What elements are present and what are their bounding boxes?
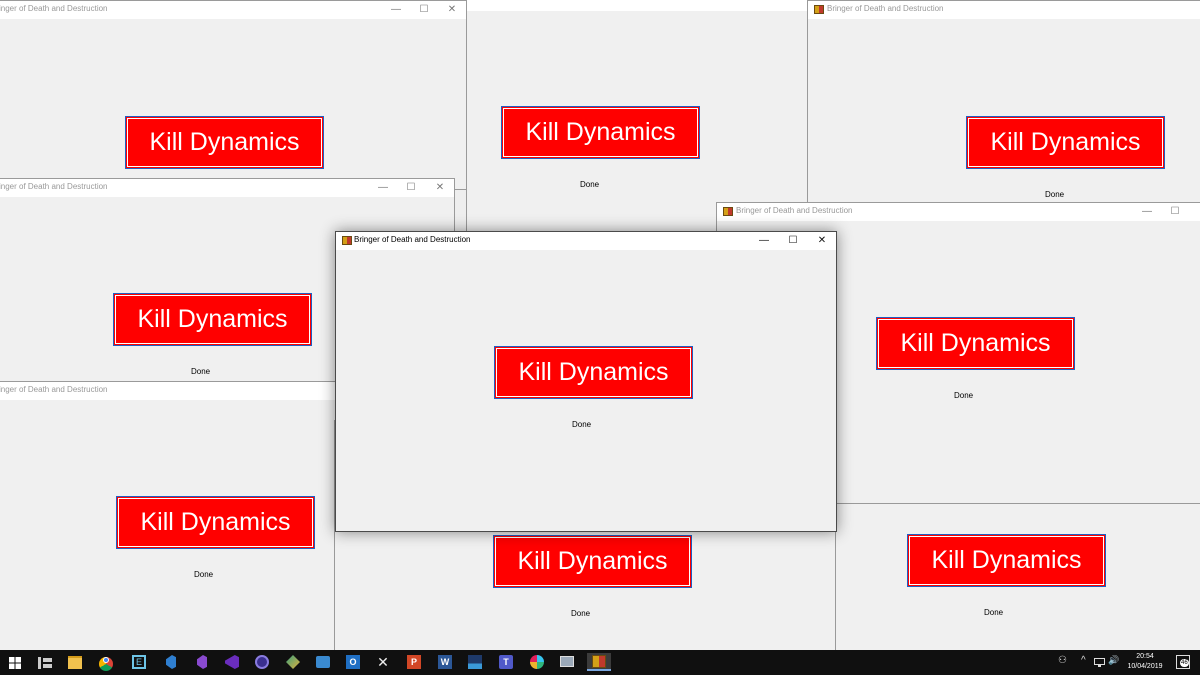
kill-dynamics-button[interactable]: Kill Dynamics <box>116 496 315 549</box>
title-bar[interactable] <box>467 0 810 11</box>
teams-icon[interactable]: T <box>497 653 515 671</box>
kill-dynamics-button[interactable]: Kill Dynamics <box>113 293 312 346</box>
powerpoint-icon[interactable]: P <box>405 653 423 671</box>
speaker-icon[interactable]: 🔊 <box>1108 655 1119 666</box>
maximize-icon[interactable]: ☐ <box>409 1 439 19</box>
window-title: Bringer of Death and Destruction <box>354 235 471 244</box>
notifications-icon[interactable]: 46 <box>1176 655 1190 669</box>
app-icon[interactable] <box>284 653 302 671</box>
app-icon <box>723 207 733 216</box>
slack-icon[interactable] <box>528 653 546 671</box>
status-label: Done <box>954 391 974 400</box>
outlook-icon[interactable]: O <box>344 653 362 671</box>
active-app-window: Bringer of Death and Destruction — ☐ ✕ K… <box>335 231 837 532</box>
visual-studio-icon[interactable] <box>223 653 241 671</box>
kill-dynamics-button[interactable]: Kill Dynamics <box>493 535 692 588</box>
minimize-icon[interactable]: — <box>381 1 411 19</box>
app-icon <box>342 236 352 245</box>
maximize-icon[interactable]: ☐ <box>1160 203 1190 221</box>
title-bar[interactable]: Bringer of Death and Destruction — ☐ <box>717 203 1200 221</box>
app-window: Bringer of Death and Destruction Kill Dy… <box>807 0 1200 205</box>
close-icon[interactable]: ✕ <box>425 179 454 197</box>
app-icon[interactable] <box>314 653 332 671</box>
notifications-badge: 46 <box>1180 659 1189 667</box>
chevron-up-icon[interactable]: ^ <box>1081 655 1086 666</box>
app-window: Kill Dynamics Done <box>835 503 1200 660</box>
network-icon[interactable] <box>1094 658 1105 668</box>
window-title: Bringer of Death and Destruction <box>736 206 853 215</box>
minimize-icon[interactable]: — <box>368 179 398 197</box>
app-window: Kill Dynamics Done <box>466 0 811 232</box>
status-label: Done <box>580 180 600 189</box>
word-icon[interactable]: W <box>436 653 454 671</box>
clock-time: 20:54 <box>1136 653 1154 660</box>
status-label: Done <box>1045 190 1065 199</box>
minimize-icon[interactable]: — <box>1132 203 1162 221</box>
tools-icon[interactable]: ✕ <box>374 653 392 671</box>
vscode-icon[interactable] <box>162 653 180 671</box>
system-clock[interactable]: 20:54 10/04/2019 <box>1120 652 1170 672</box>
window-title: Bringer of Death and Destruction <box>0 385 108 394</box>
status-label: Done <box>572 420 592 429</box>
close-icon[interactable]: ✕ <box>807 232 836 250</box>
title-bar[interactable]: Bringer of Death and Destruction — ☐ ✕ <box>0 1 466 19</box>
app-window: Bringer of Death and Destruction Kill Dy… <box>0 381 360 661</box>
status-label: Done <box>984 608 1004 617</box>
chart-app-icon[interactable] <box>466 653 484 671</box>
status-label: Done <box>571 609 591 618</box>
file-explorer-icon[interactable] <box>66 653 84 671</box>
maximize-icon[interactable]: ☐ <box>778 232 808 250</box>
people-icon[interactable]: ⚇ <box>1058 655 1067 666</box>
windows-logo-icon[interactable] <box>9 657 21 669</box>
minimize-icon[interactable]: — <box>749 232 779 250</box>
maximize-icon[interactable]: ☐ <box>396 179 426 197</box>
kill-dynamics-button[interactable]: Kill Dynamics <box>907 534 1106 587</box>
app-window: Bringer of Death and Destruction — ☐ ✕ K… <box>0 0 467 190</box>
kill-dynamics-button[interactable]: Kill Dynamics <box>125 116 324 169</box>
title-bar[interactable]: Bringer of Death and Destruction — ☐ ✕ <box>0 179 454 197</box>
visual-studio-icon[interactable] <box>193 653 211 671</box>
clock-date: 10/04/2019 <box>1127 663 1163 670</box>
kill-dynamics-button[interactable]: Kill Dynamics <box>876 317 1075 370</box>
app-icon <box>814 5 824 14</box>
terminal-icon[interactable]: E <box>130 653 148 671</box>
window-title: Bringer of Death and Destruction <box>827 4 944 13</box>
kill-dynamics-button[interactable]: Kill Dynamics <box>501 106 700 159</box>
title-bar[interactable]: Bringer of Death and Destruction — ☐ ✕ <box>336 232 836 250</box>
bringer-app-icon[interactable] <box>587 653 611 671</box>
status-label: Done <box>194 570 214 579</box>
taskbar: E O ✕ P W T ⚇ ^ 🔊 46 <box>0 650 1200 675</box>
status-label: Done <box>191 367 211 376</box>
remote-desktop-icon[interactable] <box>558 653 576 671</box>
kill-dynamics-button[interactable]: Kill Dynamics <box>494 346 693 399</box>
kill-dynamics-button[interactable]: Kill Dynamics <box>966 116 1165 169</box>
window-title: Bringer of Death and Destruction <box>0 4 108 13</box>
title-bar[interactable]: Bringer of Death and Destruction <box>0 382 359 400</box>
chrome-icon[interactable] <box>97 653 115 671</box>
close-icon[interactable]: ✕ <box>437 1 466 19</box>
window-title: Bringer of Death and Destruction <box>0 182 108 191</box>
title-bar[interactable]: Bringer of Death and Destruction <box>808 1 1200 19</box>
task-view-icon[interactable] <box>38 657 52 669</box>
notes-icon[interactable] <box>253 653 271 671</box>
